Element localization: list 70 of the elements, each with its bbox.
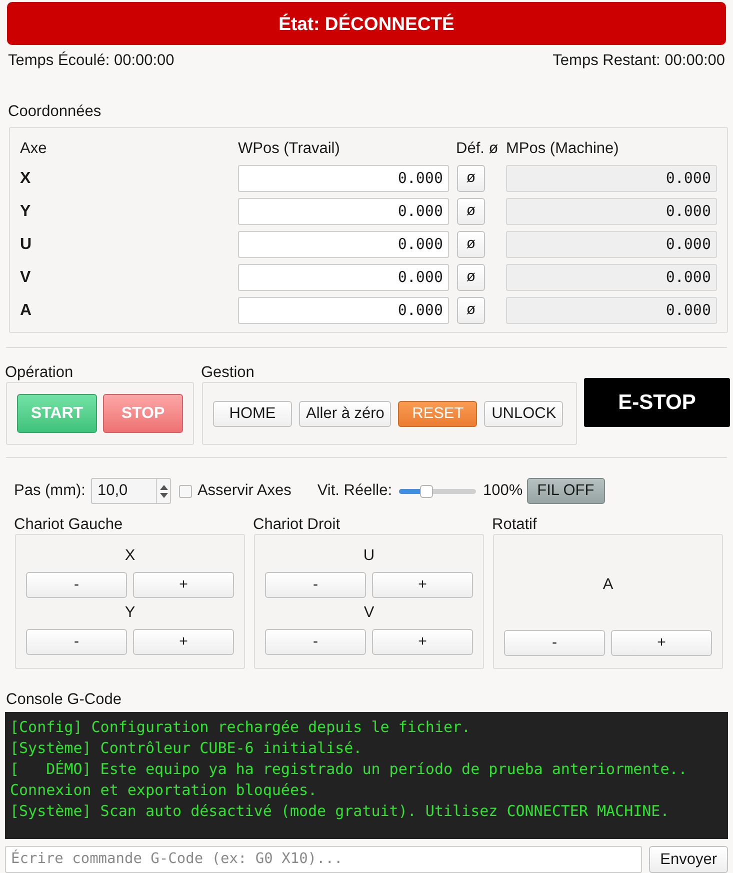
field-label: Vit. Réelle:	[317, 481, 392, 502]
zero-button[interactable]: ø	[457, 165, 485, 192]
console-line: [Config] Configuration rechargée depuis le fichier.	[10, 718, 471, 736]
axis-label: X	[124, 547, 136, 565]
checkbox[interactable]	[179, 484, 192, 498]
status-banner: État: DÉCONNECTÉ	[7, 2, 726, 45]
axis-label: X	[20, 170, 31, 186]
column-header: Déf. ø	[456, 140, 498, 157]
axis-label: Y	[20, 202, 31, 220]
jog-minus-button[interactable]: -	[26, 629, 127, 655]
elapsed-time: Temps Écoulé: 00:00:00	[8, 52, 174, 70]
column-header: WPos (Travail)	[238, 140, 340, 157]
mpos-field: 0.000	[506, 198, 717, 225]
group-title: Chariot Droit	[253, 516, 340, 533]
axis-label: U	[363, 547, 375, 565]
section-title: Opération	[5, 364, 74, 381]
action-button[interactable]: Aller à zéro	[299, 400, 392, 426]
jog-plus-button[interactable]: +	[133, 572, 234, 598]
jog-plus-button[interactable]: +	[133, 629, 234, 655]
mpos-field: 0.000	[506, 165, 717, 192]
send-button[interactable]: Envoyer	[649, 846, 728, 873]
jog-minus-button[interactable]: -	[26, 572, 127, 598]
zero-button[interactable]: ø	[457, 198, 485, 225]
mpos-field: 0.000	[506, 231, 717, 258]
checkbox-label: Asservir Axes	[197, 481, 292, 502]
speed-reading: 100%	[483, 481, 523, 502]
jog-minus-button[interactable]: -	[504, 630, 605, 656]
axis-label: V	[20, 268, 31, 286]
section-title: Gestion	[201, 364, 254, 381]
zero-button[interactable]: ø	[457, 231, 485, 258]
group-title: Chariot Gauche	[14, 516, 123, 533]
axis-label: A	[20, 302, 32, 318]
group-title: Rotatif	[492, 516, 537, 533]
axis-label: Y	[124, 604, 136, 622]
axis-label: U	[20, 236, 32, 252]
field-label: Pas (mm):	[14, 481, 86, 502]
zero-button[interactable]: ø	[457, 297, 485, 324]
step-spinbox[interactable]: 10,0	[91, 478, 172, 504]
console-line: [Système] Scan auto désactivé (mode gratuit). Utilisez CONNECTER MACHINE.	[10, 802, 670, 820]
estop-button[interactable]: E-STOP	[584, 378, 730, 427]
console-line: [ DÉMO] Este equipo ya ha registrado un período de prueba anteriormente..	[10, 760, 688, 778]
wpos-field[interactable]: 0.000	[238, 198, 449, 225]
axis-label: A	[602, 576, 614, 594]
console-line: Connexion et exportation bloquées.	[10, 781, 318, 799]
jog-minus-button[interactable]: -	[265, 572, 366, 598]
wpos-field[interactable]: 0.000	[238, 264, 449, 291]
jog-plus-button[interactable]: +	[372, 629, 473, 655]
jog-plus-button[interactable]: +	[611, 630, 712, 656]
section-title: Coordonnées	[8, 103, 102, 120]
wpos-field[interactable]: 0.000	[238, 231, 449, 258]
mpos-field: 0.000	[506, 264, 717, 291]
action-button[interactable]: UNLOCK	[484, 400, 564, 426]
action-button[interactable]: HOME	[213, 400, 292, 426]
jog-plus-button[interactable]: +	[372, 572, 473, 598]
caret-down-icon[interactable]	[160, 492, 168, 498]
console-line: [Système] Contrôleur CUBE-6 initialisé.	[10, 739, 362, 757]
jog-minus-button[interactable]: -	[265, 629, 366, 655]
column-header: Axe	[20, 140, 47, 157]
slider-thumb[interactable]	[420, 484, 433, 498]
column-header: MPos (Machine)	[506, 140, 619, 157]
axis-label: V	[364, 604, 374, 622]
remaining-time: Temps Restant: 00:00:00	[552, 52, 725, 70]
section-title: Console G-Code	[6, 691, 122, 708]
wire-button[interactable]: FIL OFF	[526, 478, 605, 504]
caret-up-icon[interactable]	[160, 484, 168, 490]
mpos-field: 0.000	[506, 297, 717, 324]
zero-button[interactable]: ø	[457, 264, 485, 291]
wpos-field[interactable]: 0.000	[238, 297, 449, 324]
wpos-field[interactable]: 0.000	[238, 165, 449, 192]
speed-slider[interactable]	[399, 484, 476, 498]
